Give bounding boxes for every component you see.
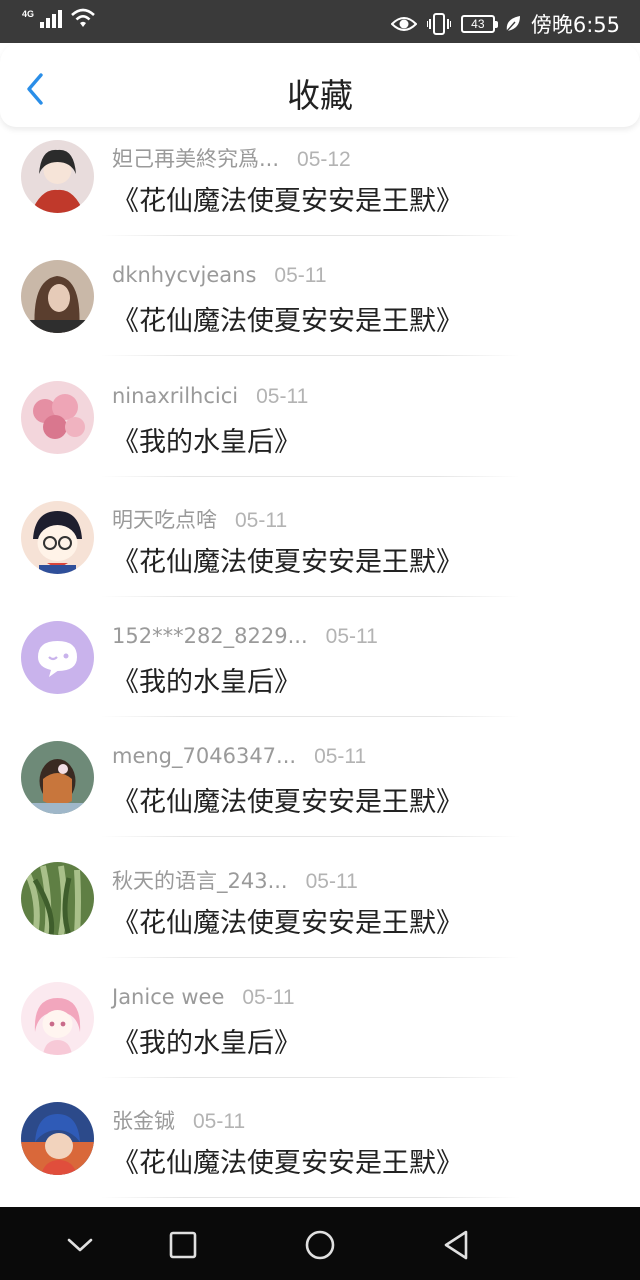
network-type: 4G — [22, 9, 35, 19]
favorite-list-item[interactable]: dknhycvjeans 05-11 《花仙魔法使夏安安是王默》 — [0, 247, 640, 367]
item-meta: Janice wee 05-11 — [112, 985, 295, 1010]
story-title[interactable]: 《花仙魔法使夏安安是王默》 — [112, 780, 463, 819]
date: 05-11 — [274, 264, 327, 288]
anime-character-avatar[interactable] — [21, 1102, 94, 1176]
status-bar: 4G 43 傍晚6:55 — [0, 0, 640, 43]
story-title[interactable]: 《花仙魔法使夏安安是王默》 — [112, 179, 463, 218]
story-title[interactable]: 《花仙魔法使夏安安是王默》 — [112, 901, 463, 940]
story-title[interactable]: 《我的水皇后》 — [112, 660, 301, 699]
date: 05-11 — [242, 986, 295, 1010]
clock: 傍晚6:55 — [530, 13, 620, 37]
story-title[interactable]: 《我的水皇后》 — [112, 420, 301, 459]
row-divider — [100, 235, 520, 236]
story-title[interactable]: 《花仙魔法使夏安安是王默》 — [112, 540, 463, 579]
favorite-list-item[interactable]: 张金铖 05-11 《花仙魔法使夏安安是王默》 — [0, 1089, 640, 1207]
date: 05-12 — [297, 148, 351, 171]
username[interactable]: 妲己再美終究爲... — [112, 143, 279, 173]
favorite-list-item[interactable]: 秋天的语言_243... 05-11 《花仙魔法使夏安安是王默》 — [0, 849, 640, 969]
avatar-image — [21, 982, 94, 1056]
row-divider — [100, 475, 520, 477]
story-title[interactable]: 《花仙魔法使夏安安是王默》 — [112, 299, 463, 338]
username[interactable]: Janice wee — [112, 985, 224, 1009]
story-title[interactable]: 《我的水皇后》 — [112, 1021, 301, 1060]
item-meta: 秋天的语言_243... 05-11 — [112, 865, 358, 895]
hide-nav-button[interactable] — [60, 1225, 100, 1265]
username[interactable]: 张金铖 — [112, 1105, 175, 1135]
row-divider — [100, 836, 520, 838]
page-title: 收藏 — [287, 76, 353, 115]
home-button[interactable] — [300, 1225, 340, 1265]
username[interactable]: 秋天的语言_243... — [112, 865, 288, 895]
date: 05-11 — [193, 1110, 246, 1134]
circle-icon — [305, 1230, 335, 1260]
avatar-image — [21, 260, 94, 334]
vibrate-icon — [426, 13, 451, 35]
pink-anime-avatar[interactable] — [21, 982, 94, 1056]
avatar-image — [21, 621, 94, 695]
recents-button[interactable] — [163, 1225, 203, 1265]
photo-avatar[interactable] — [21, 260, 94, 334]
girl-back-avatar[interactable] — [21, 741, 94, 815]
favorites-list: 妲己再美終究爲... 05-12 《花仙魔法使夏安安是王默》 dknhycvje… — [0, 127, 640, 1207]
item-meta: ninaxrilhcici 05-11 — [112, 384, 308, 409]
favorite-list-item[interactable]: 明天吃点啥 05-11 《花仙魔法使夏安安是王默》 — [0, 488, 640, 608]
favorite-list-item[interactable]: ninaxrilhcici 05-11 《我的水皇后》 — [0, 368, 640, 488]
chat-bubble-avatar[interactable] — [21, 621, 94, 695]
username[interactable]: 明天吃点啥 — [112, 504, 217, 534]
item-meta: 张金铖 05-11 — [112, 1105, 245, 1135]
row-divider — [100, 355, 520, 357]
wifi-icon — [71, 8, 95, 27]
date: 05-11 — [305, 869, 358, 893]
avatar-image — [21, 741, 94, 815]
battery-icon: 43 — [460, 15, 498, 33]
leaf-icon — [506, 16, 520, 32]
item-meta: 152***282_8229... 05-11 — [112, 624, 378, 649]
eye-icon — [390, 17, 417, 31]
row-divider — [100, 1077, 520, 1079]
avatar-image — [21, 1102, 94, 1176]
username[interactable]: 152***282_8229... — [112, 624, 308, 648]
favorite-list-item[interactable]: Janice wee 05-11 《我的水皇后》 — [0, 969, 640, 1089]
anime-girl-avatar[interactable] — [21, 140, 94, 213]
avatar-image — [21, 861, 94, 935]
status-left: 4G — [22, 8, 96, 28]
date: 05-11 — [325, 625, 378, 649]
date: 05-11 — [256, 384, 309, 408]
item-meta: 明天吃点啥 05-11 — [112, 504, 287, 534]
chevron-down-icon — [67, 1238, 93, 1252]
item-meta: 妲己再美終究爲... 05-12 — [112, 143, 351, 173]
header: 收藏 — [0, 43, 640, 127]
favorite-list-item[interactable]: 152***282_8229... 05-11 《我的水皇后》 — [0, 608, 640, 728]
signal-icon — [40, 10, 63, 28]
row-divider — [100, 1197, 520, 1199]
square-icon — [169, 1231, 197, 1259]
row-divider — [100, 595, 520, 597]
favorite-list-item[interactable]: meng_7046347... 05-11 《花仙魔法使夏安安是王默》 — [0, 728, 640, 848]
row-divider — [100, 716, 520, 718]
story-title[interactable]: 《花仙魔法使夏安安是王默》 — [112, 1141, 463, 1180]
balloons-avatar[interactable] — [21, 380, 94, 454]
avatar-image — [21, 380, 94, 454]
navigation-bar — [0, 1207, 640, 1280]
avatar-image — [21, 140, 94, 213]
favorite-list-item[interactable]: 妲己再美終究爲... 05-12 《花仙魔法使夏安安是王默》 — [0, 127, 640, 247]
avatar-image — [21, 500, 94, 574]
willow-tree-avatar[interactable] — [21, 861, 94, 935]
username[interactable]: meng_7046347... — [112, 744, 296, 768]
username[interactable]: ninaxrilhcici — [112, 384, 238, 408]
date: 05-11 — [235, 508, 288, 532]
status-right: 43 傍晚6:55 — [390, 9, 620, 39]
battery-level: 43 — [471, 17, 485, 31]
back-nav-button[interactable] — [436, 1225, 476, 1265]
username[interactable]: dknhycvjeans — [112, 263, 256, 287]
item-meta: dknhycvjeans 05-11 — [112, 263, 327, 288]
date: 05-11 — [314, 745, 367, 769]
row-divider — [100, 956, 520, 958]
item-meta: meng_7046347... 05-11 — [112, 744, 366, 769]
triangle-back-icon — [444, 1230, 468, 1260]
cartoon-boy-avatar[interactable] — [21, 500, 94, 574]
